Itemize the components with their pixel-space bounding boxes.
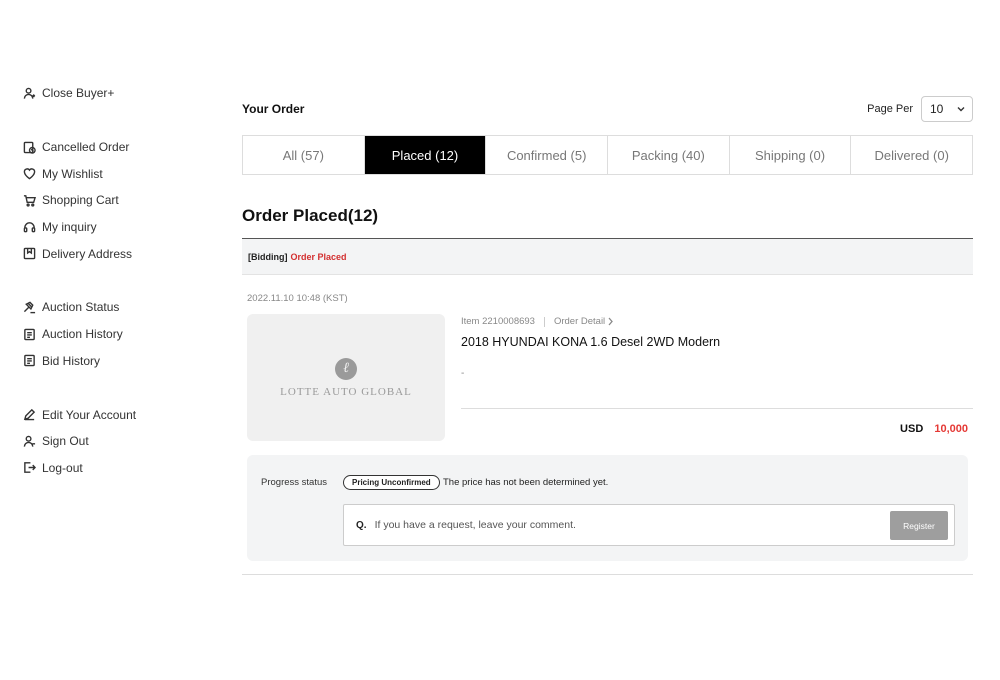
sidebar-item-delivery-address[interactable]: Delivery Address: [22, 240, 212, 267]
headset-icon: [22, 220, 36, 234]
progress-status-box: Progress status Pricing Unconfirmed The …: [247, 455, 968, 561]
heart-icon: [22, 167, 36, 181]
sidebar-group-profile: Edit Your Account Sign Out Log-out: [22, 401, 212, 481]
vehicle-subinfo: -: [461, 368, 465, 379]
sidebar-item-label: Close Buyer+: [42, 86, 115, 101]
page-per-value: 10: [930, 102, 944, 116]
sidebar-group-orders: Cancelled Order My Wishlist Shopping Car…: [22, 134, 212, 267]
tab-all[interactable]: All (57): [243, 136, 365, 174]
register-button[interactable]: Register: [890, 511, 948, 540]
sidebar-item-label: My inquiry: [42, 220, 97, 235]
main-content: Your Order Page Per 10 All (57) Placed (…: [242, 96, 973, 575]
logout-icon: [22, 461, 36, 475]
progress-status-message: The price has not been determined yet.: [443, 477, 609, 488]
info-divider: [461, 408, 973, 409]
cart-icon: [22, 193, 36, 207]
price-amount: 10,000: [934, 423, 968, 435]
order-divider: [242, 574, 973, 575]
order-price: USD 10,000: [900, 423, 968, 435]
sidebar-item-label: My Wishlist: [42, 166, 103, 181]
sidebar-item-label: Edit Your Account: [42, 407, 137, 422]
order-item: ℓ LOTTE AUTO GLOBAL Item 2210008693 Orde…: [247, 314, 973, 441]
sidebar-item-label: Delivery Address: [42, 246, 133, 261]
logo-text: LOTTE AUTO GLOBAL: [280, 385, 412, 398]
order-topbar: Your Order Page Per 10: [242, 96, 973, 122]
sidebar-item-edit-account[interactable]: Edit Your Account: [22, 401, 212, 428]
user-icon: [22, 86, 36, 100]
sidebar: Close Buyer+ Cancelled Order My Wishlist…: [22, 80, 212, 508]
sidebar-item-label: Shopping Cart: [42, 193, 119, 208]
status-badge: Pricing Unconfirmed: [343, 475, 440, 490]
sidebar-group-auction: Auction Status Auction History Bid Histo…: [22, 294, 212, 374]
page-per-control: Page Per 10: [867, 96, 973, 122]
order-status: Order Placed: [290, 251, 347, 262]
sidebar-item-label: Log-out: [42, 460, 83, 475]
order-type: [Bidding]: [248, 251, 288, 262]
tab-delivered[interactable]: Delivered (0): [851, 136, 972, 174]
sidebar-item-auction-history[interactable]: Auction History: [22, 321, 212, 348]
sidebar-group-account: Close Buyer+: [22, 80, 212, 107]
sidebar-item-sign-out[interactable]: Sign Out: [22, 428, 212, 455]
chevron-right-icon: [608, 317, 614, 326]
progress-status-label: Progress status: [261, 477, 327, 488]
item-number: Item 2210008693: [461, 316, 535, 327]
address-icon: [22, 247, 36, 261]
order-meta: Item 2210008693 Order Detail: [461, 316, 973, 327]
vehicle-title: 2018 HYUNDAI KONA 1.6 Desel 2WD Modern: [461, 335, 721, 349]
user-out-icon: [22, 434, 36, 448]
lotte-logo-icon: ℓ: [335, 357, 357, 380]
sidebar-item-cancelled-order[interactable]: Cancelled Order: [22, 134, 212, 161]
order-detail-link[interactable]: Order Detail: [554, 316, 614, 327]
meta-divider: [543, 316, 545, 327]
order-detail-label: Order Detail: [553, 316, 606, 327]
tab-placed[interactable]: Placed (12): [364, 136, 487, 174]
comment-input[interactable]: [374, 519, 855, 531]
sidebar-item-label: Bid History: [42, 353, 101, 368]
tab-packing[interactable]: Packing (40): [608, 136, 730, 174]
pencil-icon: [22, 408, 36, 422]
order-item-info: Item 2210008693 Order Detail 2018 HYUNDA…: [461, 314, 973, 441]
sidebar-item-my-inquiry[interactable]: My inquiry: [22, 214, 212, 241]
sidebar-item-label: Auction Status: [42, 300, 120, 315]
order-card-header: [Bidding] Order Placed: [242, 238, 973, 275]
tab-confirmed[interactable]: Confirmed (5): [486, 136, 609, 174]
page-per-select[interactable]: 10: [921, 96, 973, 122]
chevron-down-icon: [957, 107, 965, 112]
order-status-tabs: All (57) Placed (12) Confirmed (5) Packi…: [242, 135, 973, 175]
document-icon: [22, 354, 36, 368]
sidebar-item-shopping-cart[interactable]: Shopping Cart: [22, 187, 212, 214]
tab-shipping[interactable]: Shipping (0): [730, 136, 852, 174]
page-title: Your Order: [242, 102, 305, 116]
page-per-label: Page Per: [867, 103, 913, 115]
section-title: Order Placed(12): [242, 206, 379, 225]
comment-box: Q. Register: [343, 504, 955, 546]
gavel-icon: [22, 300, 36, 314]
price-currency: USD: [900, 423, 924, 435]
order-date: 2022.11.10 10:48 (KST): [247, 293, 348, 304]
sidebar-item-my-wishlist[interactable]: My Wishlist: [22, 160, 212, 187]
sidebar-item-log-out[interactable]: Log-out: [22, 455, 212, 482]
sidebar-item-bid-history[interactable]: Bid History: [22, 348, 212, 375]
sidebar-item-auction-status[interactable]: Auction Status: [22, 294, 212, 321]
sidebar-item-label: Sign Out: [42, 434, 89, 449]
vehicle-thumbnail[interactable]: ℓ LOTTE AUTO GLOBAL: [247, 314, 445, 441]
sidebar-item-label: Cancelled Order: [42, 140, 130, 155]
comment-prefix: Q.: [356, 519, 367, 531]
sidebar-item-close-buyer[interactable]: Close Buyer+: [22, 80, 212, 107]
sidebar-item-label: Auction History: [42, 327, 123, 342]
document-icon: [22, 327, 36, 341]
cancelled-order-icon: [22, 140, 36, 154]
